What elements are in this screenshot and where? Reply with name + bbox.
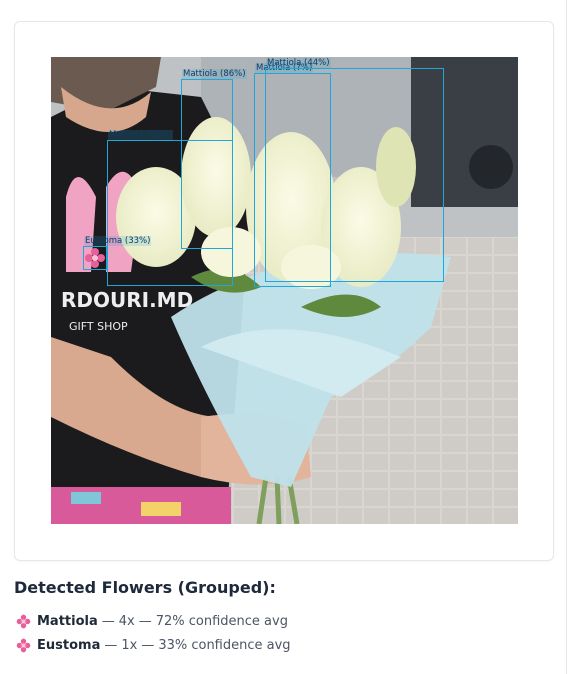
result-confidence: 72% confidence avg — [155, 614, 288, 629]
result-separator: — — [104, 638, 118, 653]
page: RDOURI.MD GIFT SHOP Mattiola (86%) Matti… — [0, 0, 574, 674]
result-separator: — — [141, 638, 155, 653]
result-count: 4x — [118, 614, 135, 629]
detection-box-label: Eustoma (33%) — [84, 236, 152, 246]
result-flower-name: Eustoma — [37, 638, 101, 653]
result-count: 1x — [121, 638, 138, 653]
result-separator: — — [138, 614, 152, 629]
eustoma-flower-icon — [85, 248, 105, 268]
result-separator: — — [101, 614, 115, 629]
result-item: Mattiola — 4x — 72% confidence avg — [16, 614, 288, 629]
detection-box-label: Mattiola (44%) — [266, 58, 331, 68]
image-card: RDOURI.MD GIFT SHOP Mattiola (86%) Matti… — [14, 21, 554, 561]
detection-image: RDOURI.MD GIFT SHOP Mattiola (86%) Matti… — [51, 57, 518, 524]
result-flower-name: Mattiola — [37, 614, 98, 629]
detection-box: Mattiola (82%) — [107, 130, 233, 286]
flower-icon — [16, 614, 31, 629]
detection-box: Mattiola (44%) — [265, 58, 444, 282]
svg-text:GIFT SHOP: GIFT SHOP — [69, 320, 128, 333]
results-title: Detected Flowers (Grouped): — [14, 578, 276, 597]
result-item: Eustoma — 1x — 33% confidence avg — [16, 638, 291, 653]
detection-box-label: Mattiola (82%) — [108, 130, 173, 140]
flower-icon — [16, 638, 31, 653]
right-divider — [566, 0, 567, 674]
detection-box-label: Mattiola (86%) — [182, 69, 247, 79]
svg-text:RDOURI.MD: RDOURI.MD — [61, 288, 193, 312]
result-confidence: 33% confidence avg — [158, 638, 291, 653]
